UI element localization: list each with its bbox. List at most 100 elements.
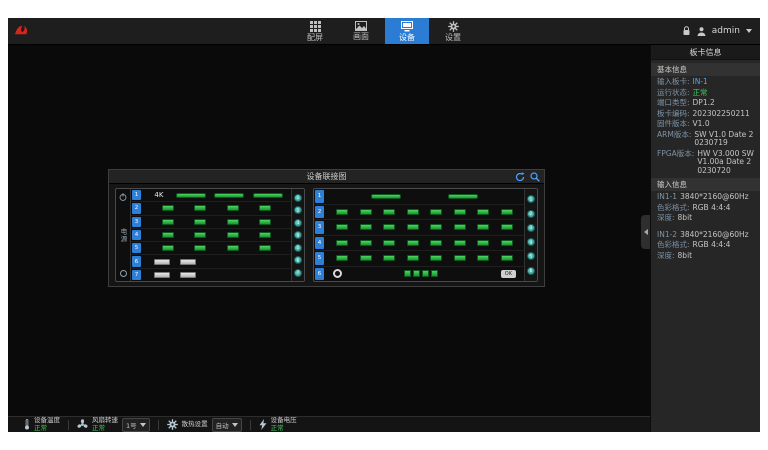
card-slot-row[interactable]: 1: [314, 189, 524, 205]
main-tabs: 配屏 画面 设备设置: [293, 18, 475, 44]
info-row: 端口类型:DP1.2: [651, 97, 760, 108]
port: [162, 232, 174, 238]
port: [259, 205, 271, 211]
device-diagram-panel: 设备联接图 电源14K2345671234567 123456OK123456: [108, 169, 545, 287]
user-area: admin: [682, 18, 752, 44]
port-bar: [176, 193, 206, 198]
info-row: 深度:8bit: [651, 212, 760, 223]
tab-device[interactable]: 设备: [385, 18, 429, 44]
card-ports: [325, 220, 524, 235]
lock-knobs: 1234567: [291, 189, 304, 281]
gear-icon: [167, 419, 178, 430]
info-label: ARM版本:: [657, 131, 691, 140]
slot-badge: 3: [315, 221, 324, 234]
info-row: 板卡编码:202302250211: [651, 108, 760, 119]
port: [454, 255, 466, 261]
slot-badge: 5: [315, 252, 324, 265]
tab-screen[interactable]: 配屏: [293, 18, 337, 44]
port: [336, 255, 348, 261]
port: [454, 240, 466, 246]
device-diagram-body: 电源14K2345671234567 123456OK123456: [109, 184, 544, 286]
card-slot-row[interactable]: 3: [131, 216, 291, 229]
port: [383, 255, 395, 261]
card-slot-row[interactable]: 6OK: [314, 267, 524, 282]
card-slot-row[interactable]: 5: [131, 242, 291, 255]
lock-knob: 5: [294, 244, 302, 252]
power-icon: [119, 193, 127, 201]
port: [336, 240, 348, 246]
port: [180, 259, 196, 265]
slot-badge: 3: [132, 217, 141, 227]
knob-icon: [333, 269, 342, 278]
info-row: 输入板卡:IN-1: [651, 76, 760, 87]
port: [477, 255, 489, 261]
fan-icon: [77, 419, 88, 430]
picture-icon: [355, 21, 367, 31]
info-value: 8bit: [678, 214, 693, 223]
port-bar: [448, 194, 478, 199]
lock-knob: 3: [294, 219, 302, 227]
card-slot-row[interactable]: 2: [314, 205, 524, 221]
card-ports: [142, 255, 291, 267]
card-slot-row[interactable]: 4: [131, 229, 291, 242]
port: [360, 255, 372, 261]
device-diagram-title: 设备联接图: [307, 171, 347, 182]
card-slot-row[interactable]: 4: [314, 236, 524, 252]
card-slot-row[interactable]: 3: [314, 220, 524, 236]
board-info-panel: 板卡信息 基本信息输入板卡:IN-1运行状态:正常端口类型:DP1.2板卡编码:…: [650, 45, 760, 432]
card-slot-row[interactable]: 7: [131, 269, 291, 281]
power-strip: 电源: [116, 189, 131, 281]
collapse-arrow-icon: [644, 229, 648, 235]
slot-badge: 6: [315, 268, 324, 281]
port: [430, 209, 442, 215]
card-ports: [325, 205, 524, 220]
cooling-select[interactable]: 自动: [212, 418, 242, 432]
card-slot-row[interactable]: 14K: [131, 189, 291, 202]
diagram-tools: [515, 172, 540, 182]
caret-down-icon: [232, 423, 238, 427]
user-name[interactable]: admin: [712, 26, 740, 36]
port: [227, 205, 239, 211]
refresh-icon[interactable]: [515, 172, 525, 182]
port: [259, 245, 271, 251]
port: [336, 224, 348, 230]
lock-icon[interactable]: [682, 26, 691, 36]
port: [407, 240, 419, 246]
card-slot-row[interactable]: 5: [314, 251, 524, 267]
zoom-icon[interactable]: [530, 172, 540, 182]
lock-knob: 4: [527, 238, 535, 246]
tab-label: 画面: [353, 33, 369, 41]
section-header: 输入信息: [651, 178, 760, 191]
info-value: SW V1.0 Date 20230719: [694, 131, 754, 148]
port: [180, 272, 196, 278]
monitor-icon: [401, 21, 413, 32]
port-bar: [214, 193, 244, 198]
port: [194, 245, 206, 251]
status-item-voltage: 设备电压正常: [251, 417, 305, 432]
main-canvas: 设备联接图 电源14K2345671234567 123456OK123456 …: [8, 45, 650, 432]
slot-badge: 2: [315, 206, 324, 219]
status-value: 正常: [92, 425, 118, 432]
panel-collapse-handle[interactable]: [641, 215, 650, 249]
info-value: IN-1: [693, 78, 708, 87]
card-slot-row[interactable]: 2: [131, 202, 291, 215]
tab-settings[interactable]: 设置: [431, 18, 475, 44]
slot-badge: 4: [315, 237, 324, 250]
slot-badge: 1: [315, 190, 324, 203]
fan-select[interactable]: 1号: [122, 418, 150, 432]
net-port: [413, 270, 420, 277]
tab-label: 配屏: [307, 34, 323, 42]
info-row: 色彩格式:RGB 4:4:4: [651, 202, 760, 213]
status-label: 风扇转速: [92, 417, 118, 424]
status-item-cooling: 散热设置自动: [159, 418, 250, 432]
topbar: 配屏 画面 设备设置 admin: [8, 18, 760, 45]
device-diagram-titlebar: 设备联接图: [109, 170, 544, 184]
tab-layout[interactable]: 画面: [339, 18, 383, 44]
card-slot-row[interactable]: 6: [131, 255, 291, 268]
info-label: 深度:: [657, 214, 675, 223]
slot-badge: 1: [132, 190, 141, 200]
section-header: 基本信息: [651, 63, 760, 76]
slot-badge: 7: [132, 270, 141, 280]
app-window: 配屏画面设备设置 admin 设备联接图 电源14K2345671234567: [8, 18, 760, 432]
caret-down-icon[interactable]: [746, 29, 752, 33]
